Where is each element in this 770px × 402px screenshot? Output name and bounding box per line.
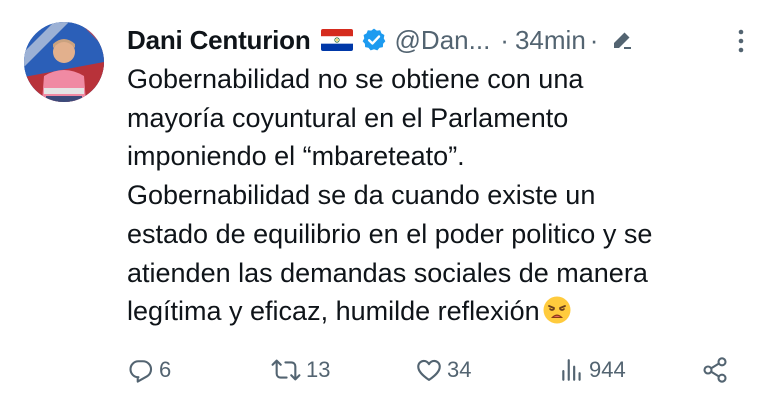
- author-handle[interactable]: @Dan...: [395, 25, 491, 56]
- tweet-line-last: legítima y eficaz, humilde reflexión: [127, 292, 757, 331]
- retweet-icon: [270, 356, 302, 384]
- reply-icon: [127, 356, 155, 384]
- tweet-header: Dani Centurion @Dan... · 34min ·: [127, 22, 750, 58]
- weary-face-emoji-icon: [542, 295, 572, 325]
- more-options-icon[interactable]: [732, 28, 750, 54]
- avatar[interactable]: [24, 22, 104, 102]
- header-separator-2: ·: [589, 24, 599, 55]
- tweet-line: atienden las demandas sociales de manera: [127, 257, 648, 288]
- author-name[interactable]: Dani Centurion: [127, 25, 311, 56]
- tweet-actions: 6 13 34 944: [127, 352, 747, 388]
- tweet-card[interactable]: Dani Centurion @Dan... · 34min · Goberna…: [0, 0, 770, 402]
- tweet-line: mayoría coyuntural en el Parlamento: [127, 102, 569, 133]
- tweet-line: Gobernabilidad se da cuando existe un: [127, 180, 596, 211]
- views-button[interactable]: 944: [559, 352, 626, 388]
- header-separator: ·: [500, 24, 509, 55]
- tweet-line: Gobernabilidad no se obtiene con una: [127, 64, 584, 94]
- tweet-line-last-text: legítima y eficaz, humilde reflexión: [127, 296, 540, 327]
- edit-pencil-icon[interactable]: [610, 28, 634, 52]
- verified-badge-icon[interactable]: [361, 27, 387, 53]
- retweet-count: 13: [306, 357, 331, 382]
- views-chart-icon: [559, 356, 585, 384]
- views-count: 944: [589, 357, 626, 382]
- paraguay-flag-icon: [320, 29, 353, 51]
- like-button[interactable]: 34: [415, 352, 471, 388]
- reply-button[interactable]: 6: [127, 352, 171, 388]
- tweet-timestamp[interactable]: 34min: [515, 25, 586, 56]
- share-icon: [701, 356, 729, 384]
- like-count: 34: [447, 357, 472, 382]
- retweet-button[interactable]: 13: [270, 352, 330, 388]
- heart-icon: [415, 356, 443, 384]
- share-button[interactable]: [701, 352, 729, 388]
- tweet-line: estado de equilibrio en el poder politic…: [127, 218, 653, 249]
- tweet-text: Gobernabilidad no se obtiene con una may…: [127, 60, 757, 331]
- tweet-line: imponiendo el “mbareteato”.: [127, 141, 465, 172]
- reply-count: 6: [159, 357, 172, 382]
